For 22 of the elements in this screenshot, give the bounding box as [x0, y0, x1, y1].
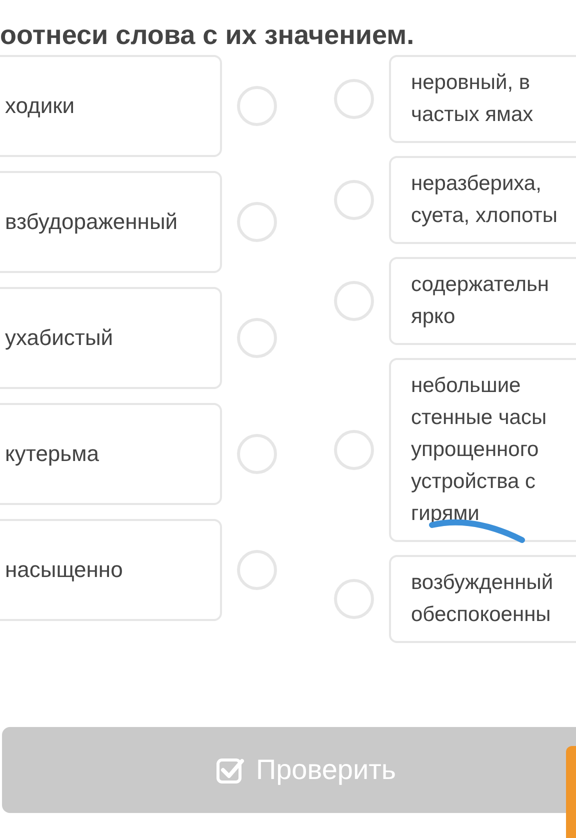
radio-button[interactable] — [237, 318, 277, 358]
radio-button[interactable] — [334, 579, 374, 619]
word-card[interactable]: ходики — [0, 55, 222, 157]
radio-button[interactable] — [334, 79, 374, 119]
checkbox-icon — [216, 756, 244, 784]
radio-button[interactable] — [334, 430, 374, 470]
word-card[interactable]: ухабистый — [0, 287, 222, 389]
meaning-card[interactable]: небольшие стенные часы упрощенного устройства с гирями — [389, 358, 576, 542]
radio-button[interactable] — [237, 86, 277, 126]
word-card[interactable]: взбудораженный — [0, 171, 222, 273]
radio-button[interactable] — [237, 434, 277, 474]
radio-button[interactable] — [237, 202, 277, 242]
task-title: оотнеси слова с их значением. — [0, 19, 416, 52]
radio-button[interactable] — [334, 281, 374, 321]
meaning-card[interactable]: возбужденный обеспокоенны — [389, 555, 576, 643]
radio-button[interactable] — [237, 550, 277, 590]
meaning-card[interactable]: неразбериха, суета, хлопоты — [389, 156, 576, 244]
meaning-card[interactable]: неровный, в частых ямах — [389, 55, 576, 143]
meaning-card[interactable]: содержательн ярко — [389, 257, 576, 345]
word-card[interactable]: насыщенно — [0, 519, 222, 621]
word-card[interactable]: кутерьма — [0, 403, 222, 505]
radio-button[interactable] — [334, 180, 374, 220]
